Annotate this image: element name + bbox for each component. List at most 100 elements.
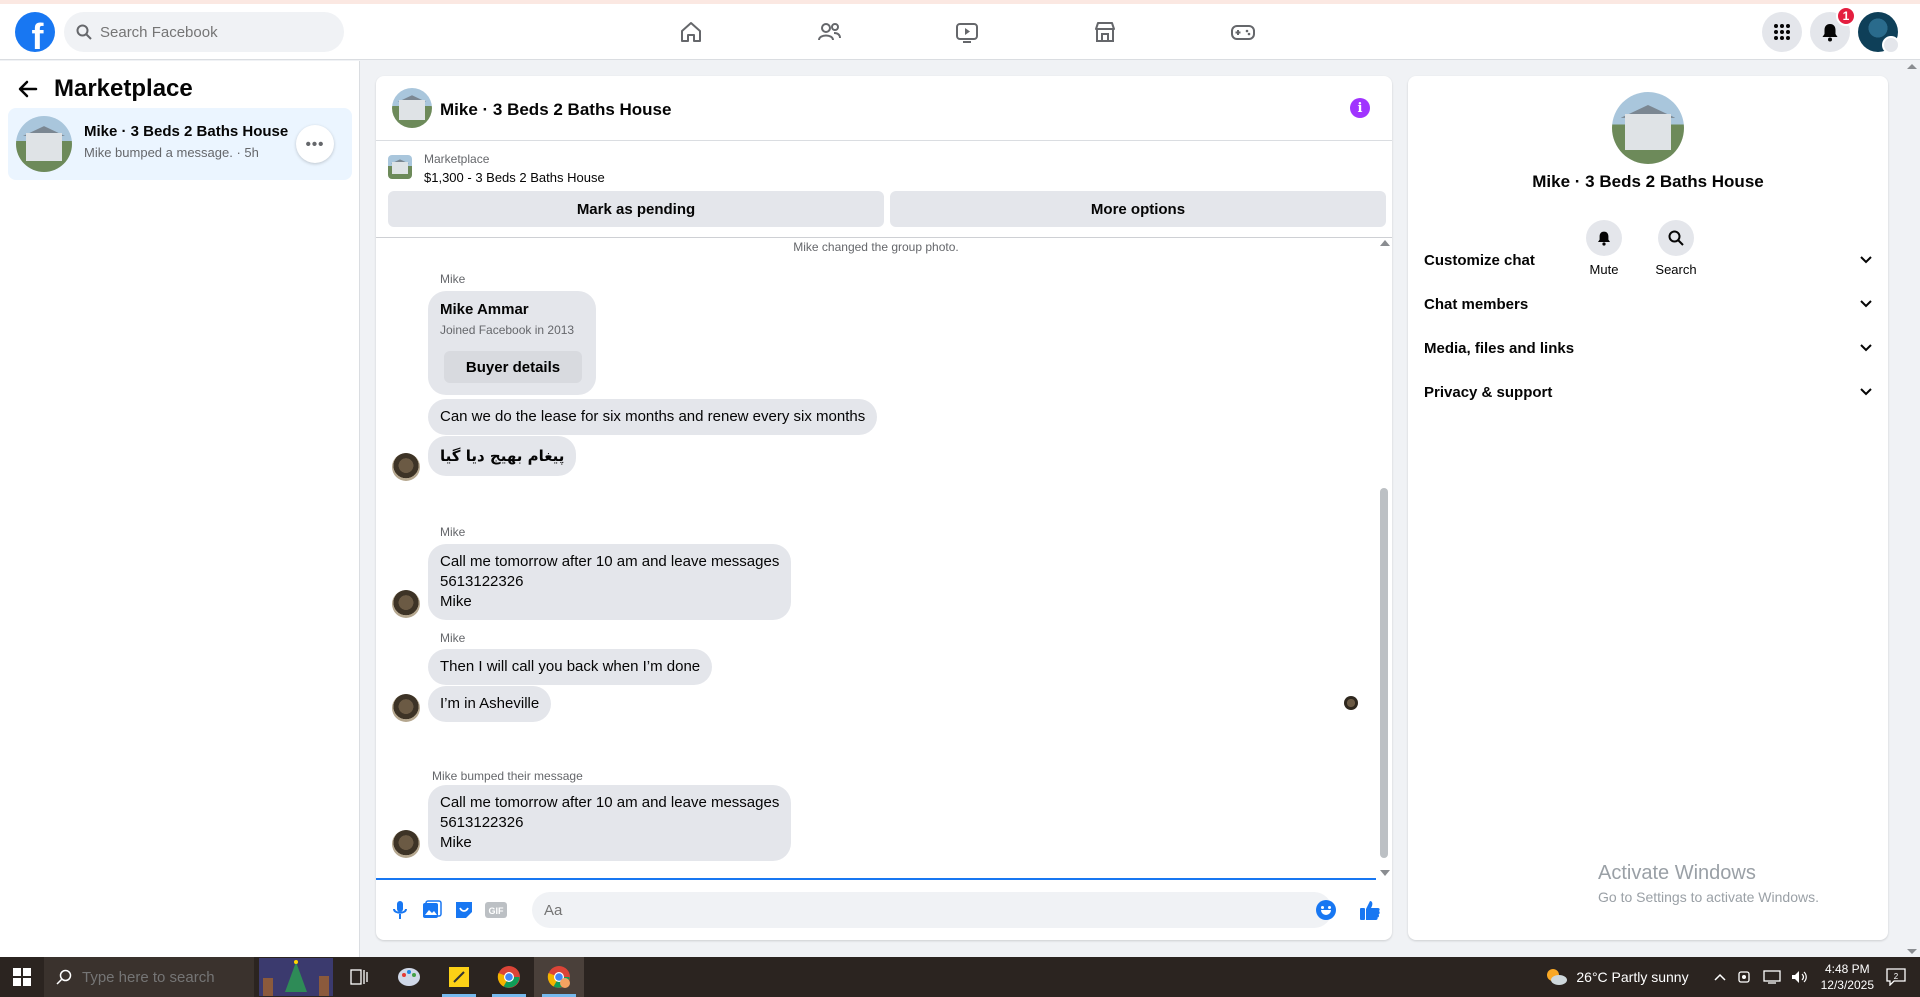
sticker-icon[interactable] bbox=[452, 898, 476, 922]
message-line: Mike bbox=[440, 834, 472, 851]
notifications-button[interactable]: 1 bbox=[1810, 6, 1856, 52]
windows-logo-icon bbox=[13, 968, 31, 986]
section-label: Media, files and links bbox=[1424, 339, 1575, 357]
chrome-icon bbox=[547, 966, 570, 988]
gif-icon[interactable]: GIF bbox=[484, 898, 508, 922]
message-line: 5613122326 bbox=[440, 814, 524, 831]
sender-avatar[interactable] bbox=[392, 453, 420, 481]
chevron-up-icon[interactable] bbox=[1713, 972, 1727, 982]
gaming-tab[interactable] bbox=[1174, 8, 1312, 56]
system-note: Mike changed the group photo. bbox=[793, 240, 959, 254]
account-controls: 1 bbox=[1762, 6, 1900, 54]
taskbar-search[interactable] bbox=[44, 957, 254, 997]
listing-price: $1,300 - 3 Beds 2 Baths House bbox=[424, 170, 605, 185]
windows-activation-watermark: Activate Windows Go to Settings to activ… bbox=[1598, 862, 1819, 905]
watermark-title: Activate Windows bbox=[1598, 862, 1756, 884]
menu-button[interactable] bbox=[1762, 12, 1802, 52]
message-bubble[interactable]: Then I will call you back when I’m done bbox=[428, 649, 713, 685]
chrome-icon bbox=[497, 966, 520, 988]
sticky-notes-icon bbox=[449, 967, 469, 987]
scroll-thumb[interactable] bbox=[1380, 488, 1388, 858]
home-tab[interactable] bbox=[622, 8, 760, 56]
profile-avatar[interactable] bbox=[1858, 12, 1900, 54]
network-icon[interactable] bbox=[1762, 970, 1781, 984]
chat-header: Mike · 3 Beds 2 Baths House i bbox=[376, 76, 1392, 141]
taskbar-apps bbox=[258, 957, 584, 997]
page-scrollbar[interactable] bbox=[1904, 61, 1920, 957]
message-bubble[interactable]: I’m in Asheville bbox=[428, 686, 552, 722]
conversation-list-item[interactable]: Mike · 3 Beds 2 Baths House Mike bumped … bbox=[8, 108, 352, 180]
watch-tab[interactable] bbox=[898, 8, 1036, 56]
chevron-down-icon bbox=[1860, 300, 1872, 308]
microphone-icon[interactable] bbox=[388, 898, 412, 922]
conversation-preview: Mike bumped a message. · 5h bbox=[84, 145, 259, 160]
sender-avatar[interactable] bbox=[392, 830, 420, 858]
message-composer: GIF bbox=[376, 880, 1392, 940]
clock-date: 12/3/2025 bbox=[1820, 978, 1874, 992]
info-title: Mike · 3 Beds 2 Baths House bbox=[1532, 172, 1764, 191]
section-privacy-support[interactable]: Privacy & support bbox=[1424, 370, 1872, 414]
section-chat-members[interactable]: Chat members bbox=[1424, 282, 1872, 326]
chat-title[interactable]: Mike · 3 Beds 2 Baths House bbox=[440, 100, 671, 120]
message-bubble[interactable]: Can we do the lease for six months and r… bbox=[428, 399, 878, 435]
scroll-up-arrow-icon[interactable] bbox=[1904, 61, 1920, 71]
search-icon bbox=[56, 969, 72, 985]
house-avatar bbox=[16, 116, 72, 172]
friends-tab[interactable] bbox=[760, 8, 898, 56]
sender-avatar[interactable] bbox=[392, 694, 420, 722]
start-button[interactable] bbox=[0, 957, 44, 997]
task-view-button[interactable] bbox=[334, 957, 384, 997]
message-bubble[interactable]: پیغام بھیج دیا گیا bbox=[428, 436, 577, 476]
search-icon bbox=[76, 24, 92, 40]
message-input[interactable] bbox=[532, 892, 1332, 928]
meet-now-icon[interactable] bbox=[1737, 969, 1753, 985]
windows-taskbar: 26°C Partly sunny 4:48 PM 12/3/2025 2 bbox=[0, 957, 1920, 997]
scroll-down-arrow-icon[interactable] bbox=[1380, 870, 1390, 876]
taskbar-search-input[interactable] bbox=[82, 968, 242, 986]
svg-text:GIF: GIF bbox=[489, 906, 505, 916]
buyer-details-button[interactable]: Buyer details bbox=[444, 351, 582, 383]
sender-avatar[interactable] bbox=[392, 590, 420, 618]
section-label: Chat members bbox=[1424, 295, 1529, 313]
scroll-up-arrow-icon[interactable] bbox=[1380, 240, 1390, 246]
section-customize-chat[interactable]: Customize chat bbox=[1424, 238, 1872, 282]
search-facebook-field[interactable] bbox=[64, 12, 344, 52]
top-navigation-bar: f 1 bbox=[0, 4, 1920, 60]
message-bubble[interactable]: Call me tomorrow after 10 am and leave m… bbox=[428, 785, 792, 861]
thumbs-up-icon[interactable] bbox=[1358, 898, 1382, 922]
weather-text[interactable]: 26°C Partly sunny bbox=[1576, 969, 1688, 985]
mark-as-pending-button[interactable]: Mark as pending bbox=[388, 191, 884, 227]
more-options-icon[interactable]: ••• bbox=[296, 125, 334, 163]
notification-center-icon[interactable]: 2 bbox=[1886, 968, 1906, 986]
group-photo-avatar[interactable] bbox=[1612, 92, 1684, 164]
emoji-icon[interactable] bbox=[1316, 900, 1336, 920]
marketplace-tab[interactable] bbox=[1036, 8, 1174, 56]
taskbar-app-sticky-notes[interactable] bbox=[434, 957, 484, 997]
chat-scrollbar[interactable] bbox=[1376, 238, 1392, 878]
search-input[interactable] bbox=[100, 23, 320, 41]
message-bubble[interactable]: Call me tomorrow after 10 am and leave m… bbox=[428, 544, 792, 620]
more-options-button[interactable]: More options bbox=[890, 191, 1386, 227]
info-icon[interactable]: i bbox=[1350, 98, 1370, 118]
section-media-files-links[interactable]: Media, files and links bbox=[1424, 326, 1872, 370]
scroll-down-arrow-icon[interactable] bbox=[1904, 947, 1920, 957]
system-tray: 26°C Partly sunny 4:48 PM 12/3/2025 2 bbox=[1544, 957, 1920, 997]
message-line: 5613122326 bbox=[440, 573, 524, 590]
chevron-down-icon bbox=[1860, 344, 1872, 352]
taskbar-clock[interactable]: 4:48 PM 12/3/2025 bbox=[1821, 961, 1874, 993]
photo-icon[interactable] bbox=[420, 898, 444, 922]
search-highlight-image[interactable] bbox=[258, 957, 334, 997]
taskbar-app-chrome-profile[interactable] bbox=[534, 957, 584, 997]
volume-icon[interactable] bbox=[1791, 970, 1809, 984]
weather-icon[interactable] bbox=[1544, 967, 1568, 987]
chat-info-panel: Mike · 3 Beds 2 Baths House Mute Search … bbox=[1408, 76, 1888, 940]
gaming-icon bbox=[1231, 25, 1255, 40]
back-arrow-icon[interactable] bbox=[18, 79, 38, 99]
chevron-down-icon bbox=[1860, 388, 1872, 396]
svg-text:2: 2 bbox=[1894, 972, 1899, 981]
chat-house-avatar[interactable] bbox=[392, 88, 432, 128]
facebook-logo-icon[interactable]: f bbox=[15, 12, 55, 52]
taskbar-app-chrome[interactable] bbox=[484, 957, 534, 997]
taskbar-app-paint[interactable] bbox=[384, 957, 434, 997]
grid-menu-icon bbox=[1774, 24, 1790, 40]
